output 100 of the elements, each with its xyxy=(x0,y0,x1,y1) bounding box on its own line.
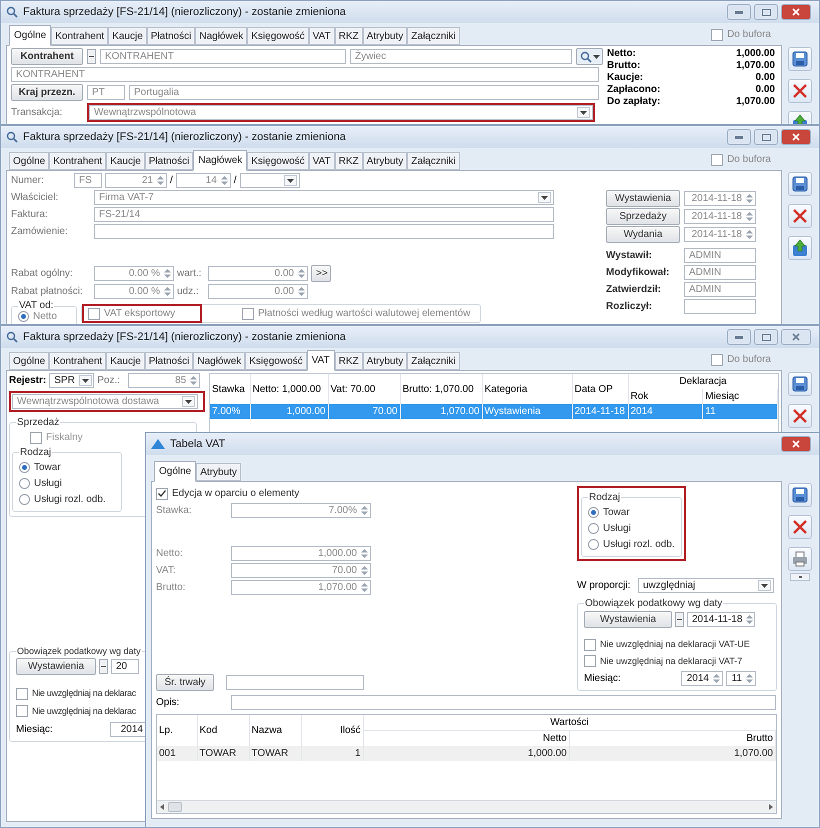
tab[interactable]: VAT xyxy=(308,27,335,45)
table-row[interactable]: 001 TOWAR TOWAR 1 1,000.00 1,070.00 xyxy=(157,746,776,761)
radio-button[interactable] xyxy=(588,507,599,518)
radio-button[interactable] xyxy=(18,311,29,322)
tab[interactable]: RKZ xyxy=(334,352,363,370)
dropdown-button[interactable] xyxy=(538,192,551,203)
tab[interactable]: Nagłówek xyxy=(195,27,248,45)
country-button[interactable]: Kraj przezn. xyxy=(11,84,83,101)
tab[interactable]: Kontrahent xyxy=(49,152,106,170)
text-field[interactable] xyxy=(231,695,776,710)
tab[interactable]: Płatności xyxy=(144,152,194,170)
cancel-button[interactable] xyxy=(788,79,812,103)
dropdown-button[interactable] xyxy=(758,580,771,591)
checkbox[interactable] xyxy=(88,308,100,320)
cancel-button[interactable] xyxy=(788,204,812,228)
close-button[interactable] xyxy=(781,436,811,452)
text-field[interactable] xyxy=(684,298,756,314)
dropdown-button[interactable] xyxy=(790,573,810,581)
date-field[interactable]: 2014-11-18 xyxy=(687,612,755,627)
number-field[interactable]: 7.00% xyxy=(231,503,371,518)
close-button[interactable] xyxy=(781,329,811,345)
tab[interactable]: Kaucje xyxy=(106,152,145,170)
dropdown-button[interactable] xyxy=(78,375,92,386)
checkbox[interactable] xyxy=(584,638,596,651)
dropdown-field[interactable] xyxy=(240,173,300,188)
checkbox[interactable] xyxy=(711,354,724,366)
checkbox[interactable] xyxy=(711,28,724,40)
tab[interactable]: Kontrahent xyxy=(51,27,108,45)
cancel-button[interactable] xyxy=(788,515,812,539)
tab[interactable]: RKZ xyxy=(334,27,363,45)
date-button[interactable]: Sprzedaży xyxy=(606,208,680,225)
date-button[interactable]: Wystawienia xyxy=(16,658,96,675)
date-button[interactable]: Wydania xyxy=(606,226,680,243)
tab[interactable]: Atrybuty xyxy=(362,152,408,170)
tab[interactable]: Ogólne xyxy=(9,152,50,170)
date-field[interactable]: 20 xyxy=(111,659,139,674)
tab[interactable]: VAT xyxy=(306,350,335,371)
checkbox[interactable] xyxy=(584,655,596,668)
checkbox[interactable] xyxy=(30,432,42,444)
tab[interactable]: Atrybuty xyxy=(362,352,408,370)
radio-button[interactable] xyxy=(19,478,30,489)
maximize-button[interactable] xyxy=(754,4,778,20)
checkbox[interactable] xyxy=(711,154,724,166)
print-button[interactable] xyxy=(788,547,812,571)
scrollbar-thumb[interactable] xyxy=(168,802,182,812)
tab[interactable]: Kaucje xyxy=(106,352,145,370)
dropdown-button[interactable] xyxy=(87,49,96,64)
number-field[interactable]: 11 xyxy=(726,671,756,686)
minimize-button[interactable] xyxy=(727,329,751,345)
radio-button[interactable] xyxy=(19,462,30,473)
dropdown-field[interactable]: SPR xyxy=(49,373,94,388)
dropdown-button[interactable] xyxy=(577,107,590,118)
number-field[interactable]: 2014 xyxy=(110,722,146,737)
number-field[interactable]: 0.00 % xyxy=(94,266,174,281)
tab[interactable]: Nagłówek xyxy=(193,352,246,370)
tab[interactable]: Atrybuty xyxy=(196,463,241,481)
tab[interactable]: Księgowość xyxy=(247,152,309,170)
tab[interactable]: RKZ xyxy=(334,152,363,170)
cancel-button[interactable] xyxy=(788,404,812,428)
maximize-button[interactable] xyxy=(754,329,778,345)
tab[interactable]: VAT xyxy=(308,152,335,170)
number-field[interactable]: 0.00 % xyxy=(94,284,174,299)
maximize-button[interactable] xyxy=(754,129,778,145)
dropdown-button[interactable] xyxy=(99,659,108,674)
tab[interactable]: Załączniki xyxy=(407,152,460,170)
radio-button[interactable] xyxy=(19,494,30,505)
checkbox[interactable] xyxy=(156,488,168,500)
tab[interactable]: Załączniki xyxy=(407,27,460,45)
tab[interactable]: Księgowość xyxy=(247,27,309,45)
search-button[interactable] xyxy=(576,48,603,65)
dropdown-field[interactable]: uwzględniaj xyxy=(638,578,774,593)
dropdown-button[interactable] xyxy=(675,612,684,627)
save-button[interactable] xyxy=(788,483,812,507)
export-button[interactable] xyxy=(788,236,812,260)
close-button[interactable] xyxy=(781,129,811,145)
fixed-asset-button[interactable]: Śr. trwały xyxy=(156,674,214,691)
tab[interactable]: Ogólne xyxy=(154,461,196,482)
checkbox[interactable] xyxy=(16,688,28,700)
tab[interactable]: Nagłówek xyxy=(193,150,248,171)
tab[interactable]: Kaucje xyxy=(108,27,147,45)
checkbox[interactable] xyxy=(16,705,28,718)
save-button[interactable] xyxy=(788,47,812,71)
radio-button[interactable] xyxy=(588,523,599,534)
save-button[interactable] xyxy=(788,372,812,396)
tab[interactable]: Kontrahent xyxy=(49,352,106,370)
minimize-button[interactable] xyxy=(727,4,751,20)
radio-button[interactable] xyxy=(588,539,599,550)
tab[interactable]: Atrybuty xyxy=(362,27,408,45)
save-button[interactable] xyxy=(788,172,812,196)
dropdown-button[interactable] xyxy=(182,396,195,407)
text-field[interactable] xyxy=(94,224,554,239)
number-field[interactable]: 2014 xyxy=(681,671,723,686)
tab[interactable]: Ogólne xyxy=(9,25,52,46)
tab[interactable]: Księgowość xyxy=(245,352,307,370)
tab[interactable]: Załączniki xyxy=(407,352,460,370)
date-button[interactable]: Wystawienia xyxy=(584,611,672,628)
tab[interactable]: Płatności xyxy=(144,352,194,370)
checkbox[interactable] xyxy=(242,308,254,320)
tab[interactable]: Ogólne xyxy=(9,352,50,370)
minimize-button[interactable] xyxy=(727,129,751,145)
